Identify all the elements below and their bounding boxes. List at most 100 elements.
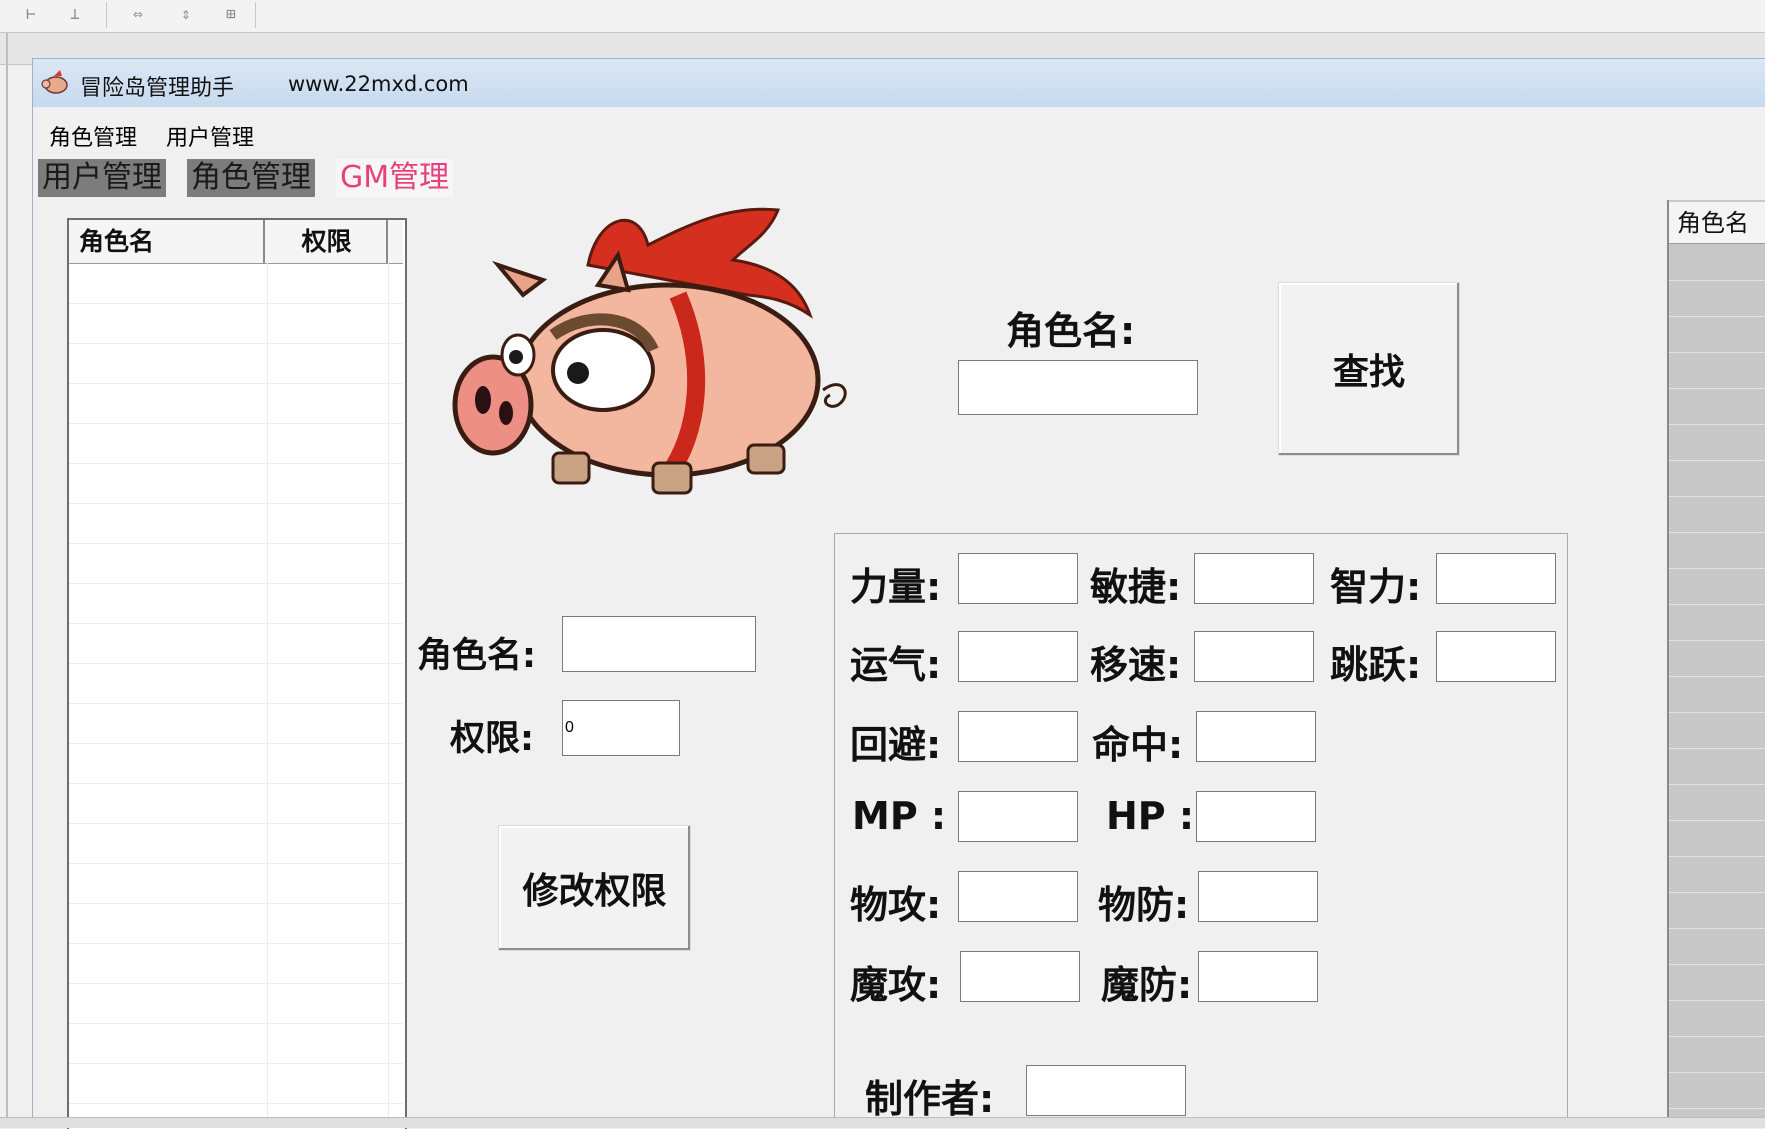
matk-label: 魔攻: [850,963,942,1007]
list-row-line [69,423,403,424]
mp-input[interactable] [958,791,1078,842]
list-row-line [69,903,403,904]
list-row-line [69,943,403,944]
watk-label: 物攻: [850,883,942,927]
right-list-row-line [1669,352,1765,353]
menu-user-management[interactable]: 用户管理 [166,120,254,152]
hp-input[interactable] [1196,791,1316,842]
maker-label: 制作者: [865,1077,995,1121]
perm-level-label: 权限: [450,719,534,759]
designer-toolbar [0,0,1765,33]
right-list-row-line [1669,1072,1765,1073]
right-list-row-line [1669,424,1765,425]
speed-input[interactable] [1194,631,1314,682]
right-list-row-line [1669,532,1765,533]
tab-role-management[interactable]: 角色管理 [187,159,315,197]
column-header-role-name[interactable]: 角色名 [69,220,265,263]
list-row-line [69,1103,403,1104]
list-row-line [69,463,403,464]
right-list-row-line [1669,964,1765,965]
list-row-line [69,703,403,704]
right-list-row-line [1669,460,1765,461]
right-list-row-line [1669,820,1765,821]
list-row-line [69,1023,403,1024]
modify-permission-button[interactable]: 修改权限 [498,825,691,951]
hit-label: 命中: [1092,723,1184,767]
speed-label: 移速: [1090,643,1182,687]
dex-input[interactable] [1194,553,1314,604]
designer-border [6,33,8,1127]
list-grid-line [388,263,389,1127]
search-role-name-input[interactable] [958,360,1198,415]
luk-label: 运气: [850,643,942,687]
search-button[interactable]: 查找 [1278,282,1460,456]
right-list-row-line [1669,928,1765,929]
int-label: 智力: [1330,565,1422,609]
list-row-line [69,663,403,664]
maker-input[interactable] [1026,1065,1186,1116]
list-row-line [69,623,403,624]
mdef-input[interactable] [1198,951,1318,1002]
role-permission-list[interactable] [67,218,407,1129]
right-list-row-line [1669,604,1765,605]
toolbar-separator [255,2,256,28]
make-same-width-icon[interactable]: ⇔ [125,3,151,25]
mp-label: MP : [852,794,947,838]
right-list-row-line [1669,784,1765,785]
menu-role-management[interactable]: 角色管理 [49,120,137,152]
toolbar-separator [106,2,107,28]
right-list-row-line [1669,496,1765,497]
list-row-line [69,863,403,864]
watk-input[interactable] [958,871,1078,922]
matk-input[interactable] [960,951,1080,1002]
list-row-line [69,343,403,344]
wdef-label: 物防: [1098,883,1190,927]
jump-label: 跳跃: [1330,643,1422,687]
right-list-row-line [1669,856,1765,857]
right-role-list[interactable] [1667,200,1765,1127]
right-list-row-line [1669,1036,1765,1037]
align-horizontal-icon[interactable]: ⊢ [18,3,44,25]
right-list-row-line [1669,568,1765,569]
right-list-row-line [1669,748,1765,749]
right-list-row-line [1669,1108,1765,1109]
jump-input[interactable] [1436,631,1556,682]
make-same-size-icon[interactable]: ⊞ [218,3,244,25]
list-row-line [69,1063,403,1064]
right-list-row-line [1669,640,1765,641]
luk-input[interactable] [958,631,1078,682]
right-list-row-line [1669,388,1765,389]
list-row-line [69,303,403,304]
perm-role-name-input[interactable] [562,616,756,672]
search-role-name-label: 角色名: [1006,309,1136,353]
list-grid-line [267,263,268,1127]
right-list-row-line [1669,676,1765,677]
pig-mascot-image [452,207,847,495]
int-input[interactable] [1436,553,1556,604]
list-row-line [69,383,403,384]
list-row-line [69,743,403,744]
tab-user-management[interactable]: 用户管理 [38,159,166,197]
list-row-line [69,583,403,584]
dex-label: 敏捷: [1090,565,1182,609]
tab-gm-management[interactable]: GM管理 [336,159,454,197]
avoid-input[interactable] [958,711,1078,762]
wdef-input[interactable] [1198,871,1318,922]
align-vertical-icon[interactable]: ⊥ [62,3,88,25]
column-header-permission[interactable]: 权限 [267,220,388,263]
list-row-line [69,543,403,544]
list-row-line [69,823,403,824]
right-column-header-role-name[interactable]: 角色名 [1669,202,1765,244]
make-same-height-icon[interactable]: ⇕ [173,3,199,25]
status-strip [0,1117,1765,1128]
hit-input[interactable] [1196,711,1316,762]
app-pig-icon [41,70,68,94]
right-list-row-line [1669,316,1765,317]
right-list-row-line [1669,712,1765,713]
mdef-label: 魔防: [1101,963,1193,1007]
hp-label: HP : [1106,794,1195,838]
list-row-line [69,503,403,504]
perm-role-name-label: 角色名: [417,636,536,676]
perm-level-input[interactable] [562,700,680,756]
str-input[interactable] [958,553,1078,604]
